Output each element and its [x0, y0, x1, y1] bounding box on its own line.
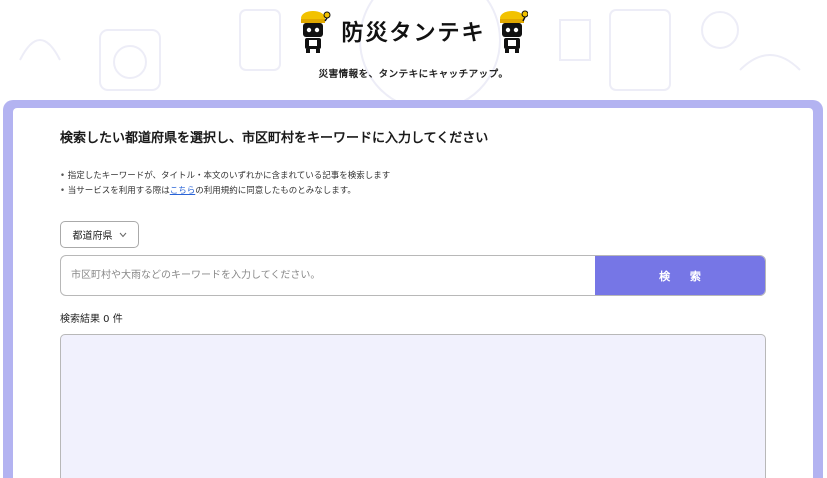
robot-mascot-icon	[301, 11, 331, 53]
note-text: 指定したキーワードが、タイトル・本文のいずれかに含まれている記事を検索します	[67, 171, 391, 181]
chevron-down-icon	[119, 232, 126, 237]
results-area	[60, 334, 766, 478]
prefecture-select-label: 都道府県	[72, 231, 113, 242]
note-item: 指定したキーワードが、タイトル・本文のいずれかに含まれている記事を検索します	[60, 169, 391, 184]
logo[interactable]: 防災タンテキ	[0, 8, 827, 54]
logo-text: 防災タンテキ	[341, 21, 486, 46]
note-item: 当サービスを利用する際はこちらの利用規約に同意したものとみなします。	[60, 184, 390, 199]
search-button[interactable]: 検 索	[595, 256, 765, 295]
terms-link[interactable]: こちら	[170, 186, 196, 196]
search-bar: 検 索	[60, 255, 766, 296]
note-text: の利用規約に同意したものとみなします。	[195, 186, 356, 196]
tagline: 災害情報を、タンテキにキャッチアップ。	[318, 69, 509, 80]
note-text: 当サービスを利用する際は	[67, 186, 170, 196]
result-count: 検索結果 0 件	[60, 314, 123, 325]
site-header: 防災タンテキ 災害情報を、タンテキにキャッチアップ。	[0, 0, 827, 100]
notes-list: 指定したキーワードが、タイトル・本文のいずれかに含まれている記事を検索します 当…	[60, 169, 391, 199]
page-heading: 検索したい都道府県を選択し、市区町村をキーワードに入力してください	[60, 131, 489, 146]
robot-mascot-icon	[499, 10, 528, 53]
search-input[interactable]	[61, 256, 595, 295]
prefecture-select[interactable]: 都道府県	[60, 221, 139, 248]
